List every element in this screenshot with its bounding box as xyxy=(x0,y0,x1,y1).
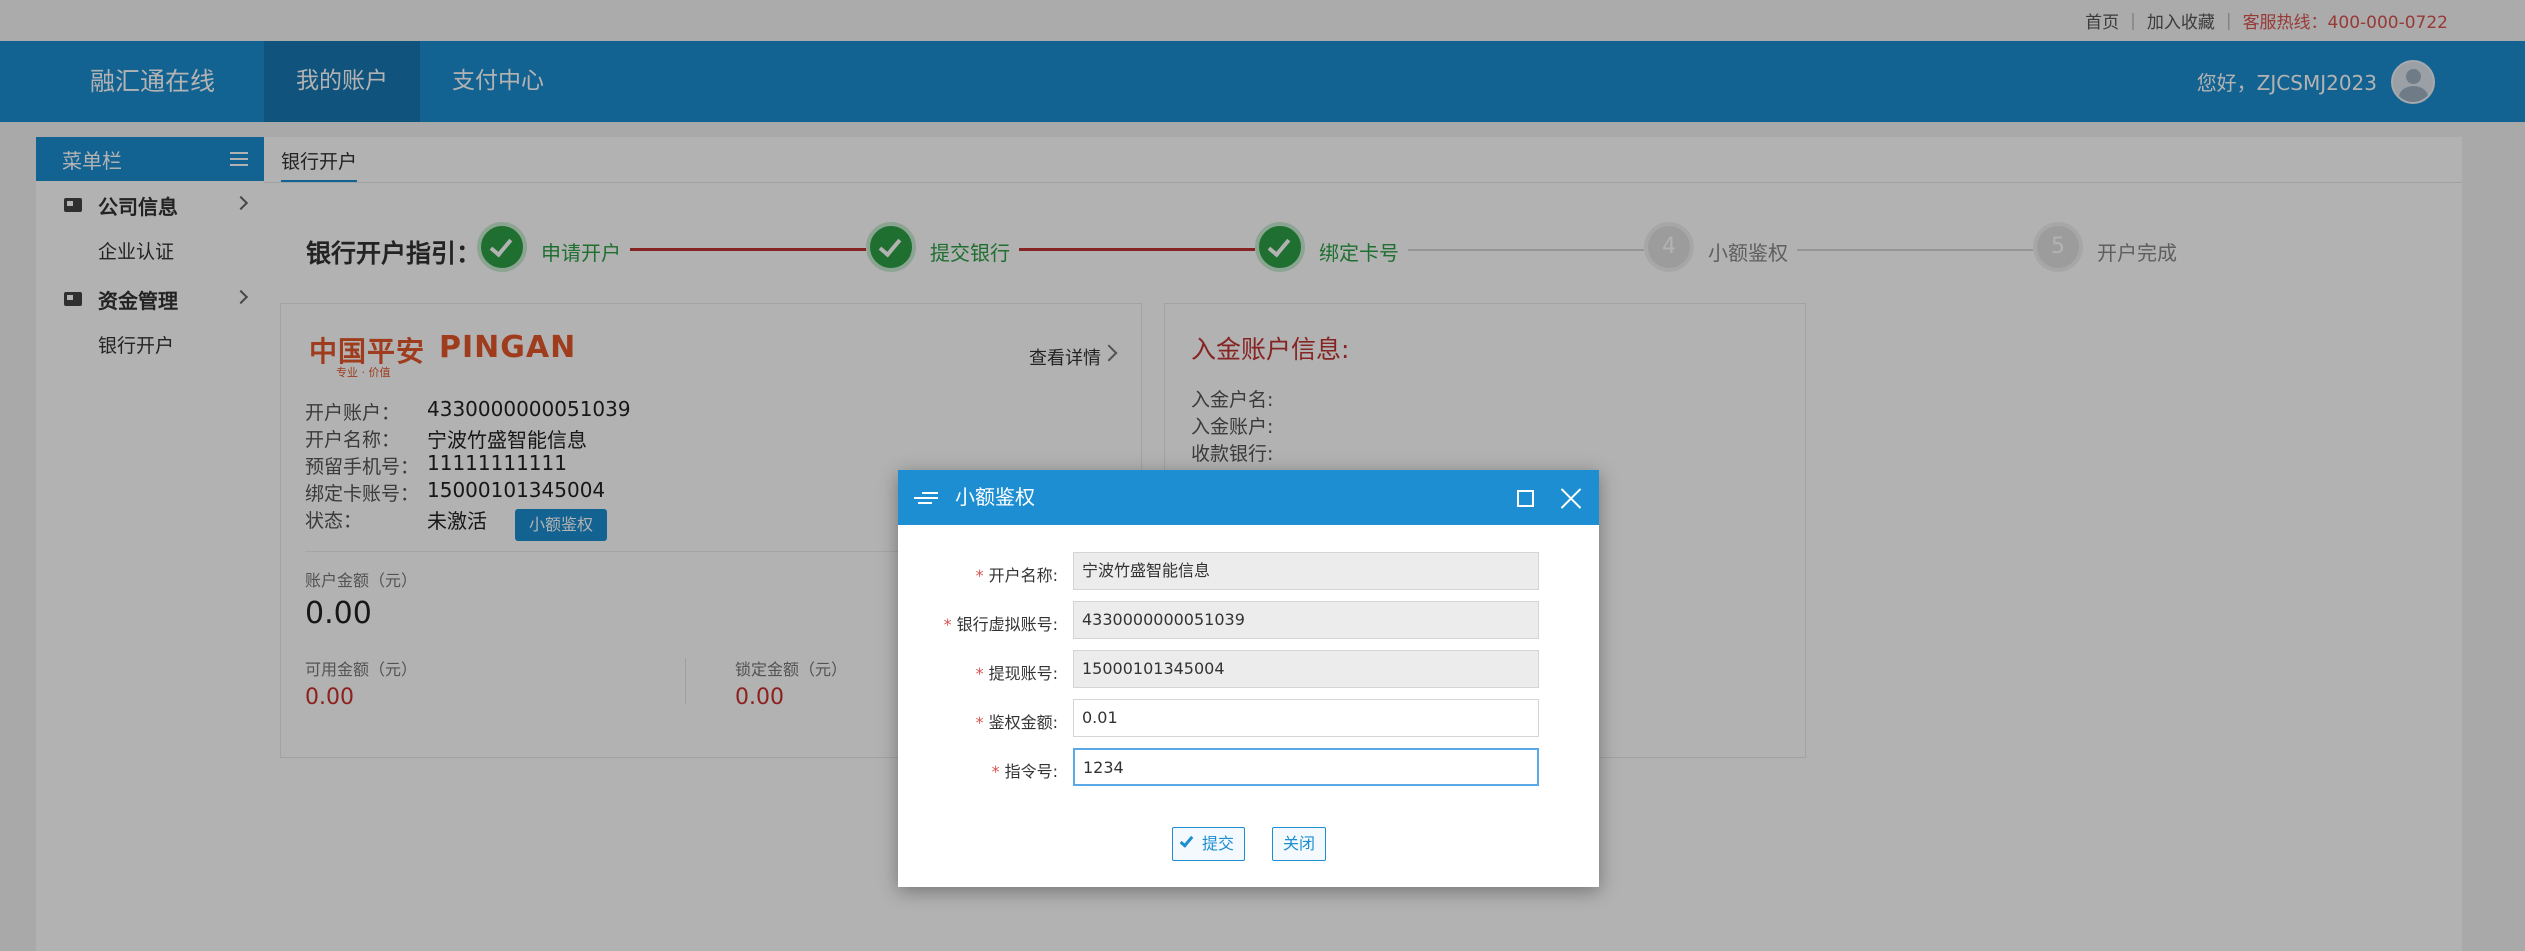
field-label-account-name: * 开户名称: xyxy=(975,566,1058,585)
submit-button[interactable]: 提交 xyxy=(1172,827,1246,861)
account-name-field[interactable]: 宁波竹盛智能信息 xyxy=(1073,552,1539,590)
field-label-auth-amount: * 鉴权金额: xyxy=(975,713,1058,732)
field-label-virtual-account: * 银行虚拟账号: xyxy=(943,615,1058,634)
close-icon[interactable] xyxy=(1559,486,1583,510)
micro-auth-dialog: 小额鉴权 * 开户名称: 宁波竹盛智能信息 * 银行虚拟账号: 4330000000… xyxy=(898,470,1599,887)
field-label-withdraw-account: * 提现账号: xyxy=(975,664,1058,683)
maximize-icon[interactable] xyxy=(1517,490,1534,507)
close-button[interactable]: 关闭 xyxy=(1272,827,1327,861)
field-label-instruction-no: * 指令号: xyxy=(991,762,1058,781)
withdraw-account-field[interactable]: 15000101345004 xyxy=(1073,650,1539,688)
virtual-account-field[interactable]: 4330000000051039 xyxy=(1073,601,1539,639)
check-icon xyxy=(1179,833,1194,848)
auth-amount-field[interactable]: 0.01 xyxy=(1073,699,1539,737)
dialog-title: 小额鉴权 xyxy=(955,485,1035,509)
instruction-number-input[interactable]: 1234 xyxy=(1073,748,1539,786)
dialog-header[interactable]: 小额鉴权 xyxy=(898,470,1599,525)
dialog-logo-icon xyxy=(914,492,938,506)
